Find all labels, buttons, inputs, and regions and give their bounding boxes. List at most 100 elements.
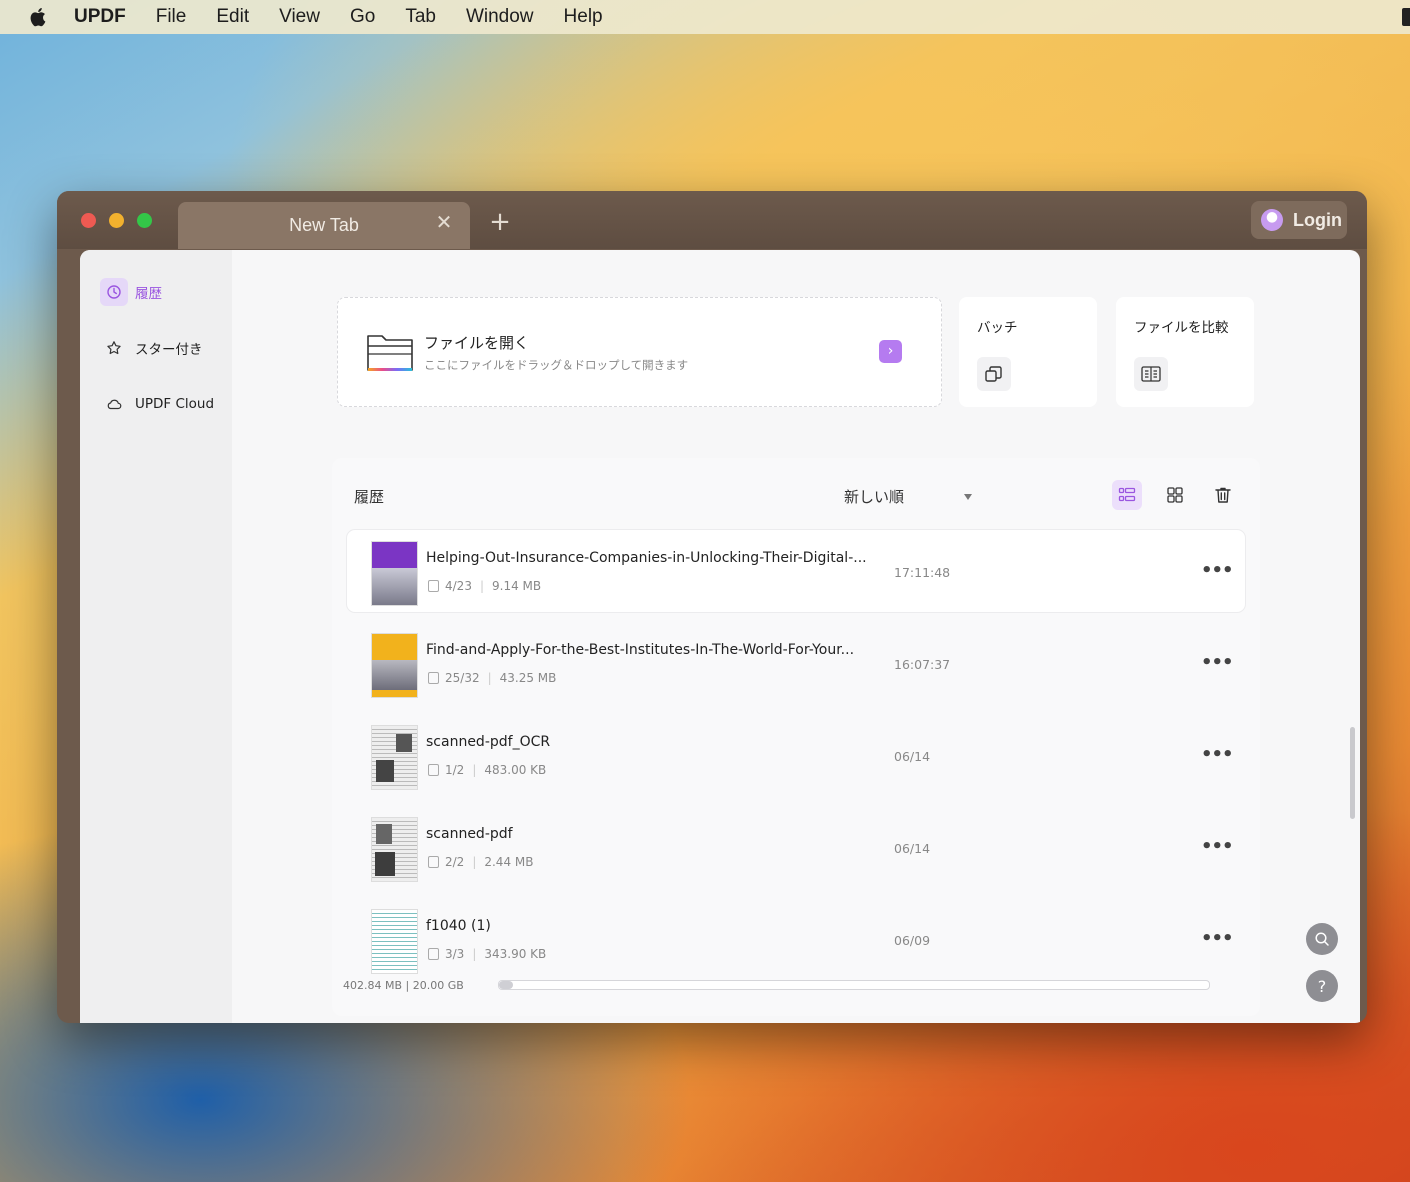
star-icon — [100, 334, 128, 362]
pages-icon — [428, 764, 439, 776]
file-thumbnail — [371, 541, 418, 606]
clock-icon — [100, 278, 128, 306]
file-meta: 3/3 | 343.90 KB — [428, 947, 546, 961]
apple-logo-icon[interactable] — [28, 6, 50, 28]
menu-edit[interactable]: Edit — [216, 6, 249, 28]
title-bar: New Tab ✕ + Login — [57, 191, 1367, 249]
open-file-title: ファイルを開く — [424, 334, 530, 352]
more-options-icon[interactable]: ••• — [1201, 652, 1234, 673]
file-size: 43.25 MB — [499, 671, 557, 685]
tab-new-tab[interactable]: New Tab ✕ — [178, 202, 470, 249]
file-pages: 1/2 — [445, 763, 465, 777]
search-icon — [1315, 932, 1329, 946]
menu-window[interactable]: Window — [466, 6, 534, 28]
zoom-window-button[interactable] — [137, 213, 152, 228]
open-file-dropzone[interactable]: ファイルを開く ここにファイルをドラッグ＆ドロップして開きます › — [337, 297, 942, 407]
more-options-icon[interactable]: ••• — [1201, 744, 1234, 765]
more-options-icon[interactable]: ••• — [1201, 836, 1234, 857]
batch-icon — [977, 357, 1011, 391]
file-meta: 2/2 | 2.44 MB — [428, 855, 533, 869]
tab-label: New Tab — [289, 215, 359, 235]
file-row[interactable]: f1040 (1) 3/3 | 343.90 KB 06/09 ••• — [347, 898, 1245, 974]
file-thumbnail — [371, 725, 418, 790]
file-name: f1040 (1) — [426, 918, 491, 934]
file-meta: 4/23 | 9.14 MB — [428, 579, 541, 593]
menu-file[interactable]: File — [156, 6, 187, 28]
menu-go[interactable]: Go — [350, 6, 375, 28]
storage-usage-fill — [499, 981, 513, 989]
file-name: scanned-pdf — [426, 826, 513, 842]
compare-files-card[interactable]: ファイルを比較 — [1116, 297, 1254, 407]
file-pages: 3/3 — [445, 947, 465, 961]
file-time: 06/14 — [894, 749, 931, 764]
compare-icon — [1134, 357, 1168, 391]
login-button[interactable]: Login — [1251, 201, 1347, 239]
more-options-icon[interactable]: ••• — [1201, 928, 1234, 949]
file-row[interactable]: scanned-pdf 2/2 | 2.44 MB 06/14 ••• — [347, 806, 1245, 888]
app-content: 履歴 スター付き UPDF Cloud ファイルを開く ここにファイルをドラッグ… — [80, 250, 1360, 1023]
pages-icon — [428, 580, 439, 592]
sidebar: 履歴 スター付き UPDF Cloud — [80, 250, 232, 1023]
more-options-icon[interactable]: ••• — [1201, 560, 1234, 581]
file-name: Find-and-Apply-For-the-Best-Institutes-I… — [426, 642, 855, 658]
app-window: New Tab ✕ + Login 履歴 スター付き UPDF Cloud ファ… — [57, 191, 1367, 1023]
file-thumbnail — [371, 633, 418, 698]
sidebar-item-starred[interactable]: スター付き — [100, 334, 203, 362]
file-size: 9.14 MB — [492, 579, 542, 593]
tab-close-icon[interactable]: ✕ — [434, 213, 454, 233]
history-scrollbar[interactable] — [1350, 727, 1355, 819]
batch-card[interactable]: バッチ — [959, 297, 1097, 407]
minimize-window-button[interactable] — [109, 213, 124, 228]
status-item-icon[interactable] — [1402, 8, 1410, 26]
file-pages: 25/32 — [445, 671, 480, 685]
compare-label: ファイルを比較 — [1134, 320, 1229, 336]
help-button[interactable]: ? — [1306, 970, 1338, 1002]
history-title: 履歴 — [354, 488, 385, 506]
delete-history-button[interactable] — [1208, 480, 1238, 510]
file-name: Helping-Out-Insurance-Companies-in-Unloc… — [426, 550, 867, 566]
menu-view[interactable]: View — [279, 6, 320, 28]
batch-label: バッチ — [977, 320, 1018, 336]
menu-help[interactable]: Help — [564, 6, 603, 28]
search-button[interactable] — [1306, 923, 1338, 955]
sidebar-item-label: 履歴 — [135, 286, 162, 302]
open-file-arrow-button[interactable]: › — [879, 340, 902, 363]
trash-icon — [1215, 487, 1231, 503]
menu-app-name[interactable]: UPDF — [74, 6, 126, 28]
cloud-icon — [100, 390, 128, 418]
sidebar-item-history[interactable]: 履歴 — [100, 278, 162, 306]
file-meta: 1/2 | 483.00 KB — [428, 763, 546, 777]
menu-tab[interactable]: Tab — [405, 6, 436, 28]
file-row[interactable]: scanned-pdf_OCR 1/2 | 483.00 KB 06/14 ••• — [347, 714, 1245, 796]
grid-view-button[interactable] — [1160, 480, 1190, 510]
storage-usage-bar — [498, 980, 1210, 990]
close-window-button[interactable] — [81, 213, 96, 228]
file-time: 17:11:48 — [894, 565, 951, 580]
file-time: 06/09 — [894, 933, 931, 948]
file-size: 343.90 KB — [484, 947, 547, 961]
caret-down-icon[interactable] — [964, 494, 972, 500]
new-tab-plus-icon[interactable]: + — [489, 209, 511, 235]
file-row[interactable]: Helping-Out-Insurance-Companies-in-Unloc… — [347, 530, 1245, 612]
storage-usage-text: 402.84 MB | 20.00 GB — [343, 979, 464, 992]
file-time: 16:07:37 — [894, 657, 951, 672]
file-pages: 4/23 — [445, 579, 472, 593]
file-size: 2.44 MB — [484, 855, 534, 869]
sidebar-item-cloud[interactable]: UPDF Cloud — [100, 390, 214, 418]
menu-bar: UPDF File Edit View Go Tab Window Help — [0, 0, 1410, 34]
file-pages: 2/2 — [445, 855, 465, 869]
sidebar-item-label: UPDF Cloud — [135, 396, 215, 412]
file-name: scanned-pdf_OCR — [426, 734, 551, 750]
file-meta: 25/32 | 43.25 MB — [428, 671, 556, 685]
file-size: 483.00 KB — [484, 763, 547, 777]
file-thumbnail — [371, 909, 418, 974]
history-panel: 履歴 新しい順 Helping-Out-Insurance-Companies-… — [332, 458, 1355, 1016]
file-row[interactable]: Find-and-Apply-For-the-Best-Institutes-I… — [347, 622, 1245, 704]
pages-icon — [428, 856, 439, 868]
file-thumbnail — [371, 817, 418, 882]
pages-icon — [428, 948, 439, 960]
sort-dropdown[interactable]: 新しい順 — [844, 486, 904, 507]
avatar-icon — [1261, 209, 1283, 231]
list-view-icon — [1118, 487, 1136, 502]
list-view-button[interactable] — [1112, 480, 1142, 510]
